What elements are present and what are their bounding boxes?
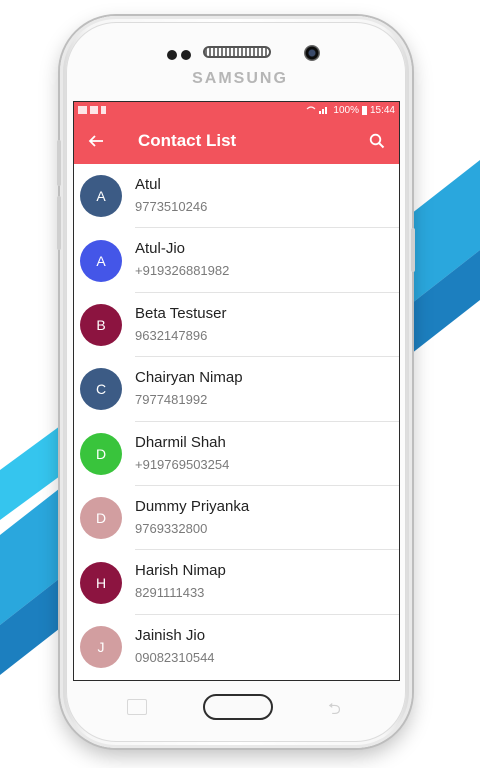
contact-info: Beta Testuser 9632147896 (135, 293, 399, 358)
earpiece-speaker (203, 46, 271, 58)
contact-name: Atul (135, 176, 161, 193)
contact-phone: +919326881982 (135, 263, 230, 279)
back-key[interactable]: ⮌ (328, 698, 341, 725)
contact-phone: 8291111433 (135, 585, 205, 601)
app-toolbar: Contact List (74, 118, 399, 164)
contact-info: Atul-Jio +919326881982 (135, 228, 399, 293)
contact-list-item[interactable]: B Beta Testuser 9632147896 (74, 293, 399, 358)
contact-list-item[interactable]: D Dharmil Shah +919769503254 (74, 422, 399, 486)
contact-avatar: A (80, 239, 122, 282)
sensor-dots (167, 47, 195, 65)
contact-phone: +919769503254 (135, 456, 230, 472)
avatar-initial: H (95, 574, 107, 591)
contact-name: Beta Testuser (135, 304, 227, 322)
page-title: Contact List (138, 131, 237, 150)
contact-avatar: D (80, 432, 122, 475)
avatar-initial: A (96, 252, 106, 269)
contact-list-item[interactable]: J Jainish Jio 09082310544 (74, 615, 399, 679)
contact-list: A Atul 9773510246 A Atul-Jio +919326881982 B Be… (74, 164, 399, 679)
avatar-initial: D (95, 445, 107, 462)
contact-name: Dummy Priyanka (135, 497, 250, 515)
contact-avatar: H (80, 561, 122, 604)
contact-phone: 9632147896 (135, 327, 208, 343)
volume-button (57, 196, 61, 250)
app-screen: 100% 15:44 Contact List A Atul 9773510246 A… (73, 101, 400, 681)
contact-list-item[interactable]: A Atul 9773510246 (74, 164, 399, 229)
contact-info: Dummy Priyanka 9769332800 (135, 486, 399, 551)
back-button[interactable] (74, 118, 118, 164)
search-button[interactable] (355, 118, 399, 164)
brand-logo: SAMSUNG (192, 70, 288, 87)
avatar-initial: C (95, 381, 107, 398)
clock: 15:44 (369, 104, 395, 116)
contact-name: Harish Nimap (135, 562, 226, 580)
contact-info: Dharmil Shah +919769503254 (135, 422, 399, 486)
home-button[interactable] (203, 694, 273, 720)
avatar-initial: D (95, 510, 107, 527)
contact-info: Atul 9773510246 (135, 164, 399, 229)
contact-info: Harish Nimap 8291111433 (135, 550, 399, 615)
status-bar: 100% 15:44 (74, 102, 399, 118)
contact-avatar: B (80, 303, 122, 346)
contact-info: Jainish Jio 09082310544 (135, 615, 399, 679)
contact-phone: 7977481992 (135, 392, 208, 408)
notification-icon (90, 106, 98, 114)
arrow-left-icon (88, 135, 103, 147)
contact-list-item[interactable]: H Harish Nimap 8291111433 (74, 550, 399, 615)
contact-avatar: A (80, 175, 122, 218)
notification-icon (101, 106, 106, 114)
avatar-initial: J (97, 638, 105, 655)
contact-phone: 9773510246 (135, 199, 208, 214)
contact-list-item[interactable]: C Chairyan Nimap 7977481992 (74, 357, 399, 422)
recent-apps-key[interactable] (127, 699, 147, 715)
power-button (411, 228, 415, 272)
contact-avatar: C (80, 368, 122, 411)
front-camera (304, 45, 320, 61)
gallery-notification-icon (78, 106, 87, 114)
contact-phone: 09082310544 (135, 649, 215, 665)
contact-name: Jainish Jio (135, 626, 206, 644)
contact-info: Chairyan Nimap 7977481992 (135, 357, 399, 422)
volume-button (57, 140, 61, 186)
avatar-initial: A (96, 188, 106, 205)
contact-list-item[interactable]: A Atul-Jio +919326881982 (74, 228, 399, 293)
contact-avatar: D (80, 497, 122, 540)
contact-name: Atul-Jio (135, 240, 186, 258)
search-icon (369, 133, 385, 149)
battery-percentage: 100% (333, 104, 359, 116)
contact-name: Chairyan Nimap (135, 369, 243, 387)
wifi-signal-icon (306, 106, 328, 114)
battery-icon (361, 105, 367, 115)
contact-name: Dharmil Shah (135, 433, 226, 451)
contact-avatar: J (80, 625, 122, 668)
contact-phone: 9769332800 (135, 520, 208, 536)
contact-list-item[interactable]: D Dummy Priyanka 9769332800 (74, 486, 399, 551)
avatar-initial: B (96, 316, 106, 333)
